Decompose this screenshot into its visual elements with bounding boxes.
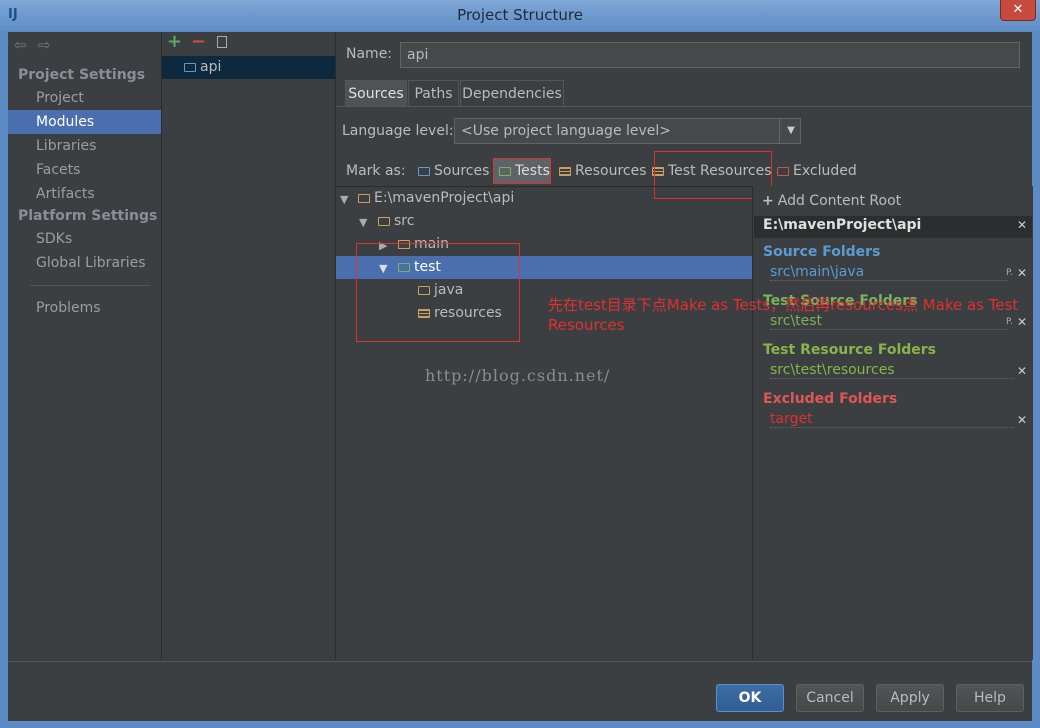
nav-item-project[interactable]: Project — [8, 86, 161, 110]
sources-folder-icon — [418, 166, 430, 176]
copy-module-icon[interactable] — [217, 36, 227, 48]
folder-icon — [358, 193, 370, 203]
nav-item-modules[interactable]: Modules — [8, 110, 161, 134]
test-resource-folders-title: Test Resource Folders — [763, 342, 937, 358]
tree-highlight-box — [356, 243, 520, 342]
platform-settings-header: Platform Settings — [18, 208, 158, 224]
nav-divider — [30, 285, 150, 286]
excluded-folders-title: Excluded Folders — [763, 391, 898, 407]
project-settings-header: Project Settings — [18, 67, 146, 83]
expand-triangle-icon[interactable]: ▼ — [359, 216, 367, 229]
nav-item-facets[interactable]: Facets — [8, 158, 161, 182]
watermark-text: http://blog.csdn.net/ — [425, 366, 611, 385]
tab-sources[interactable]: Sources — [345, 80, 407, 106]
edit-properties-icon[interactable]: P. — [1006, 268, 1013, 278]
name-input[interactable]: api — [400, 42, 1020, 68]
excluded-folder-path[interactable]: target — [770, 411, 1014, 428]
add-module-icon[interactable]: + — [167, 33, 182, 51]
tree-node-root[interactable]: E:\mavenProject\api — [358, 187, 514, 210]
module-list: + − — [162, 32, 336, 660]
tab-paths[interactable]: Paths — [408, 80, 459, 106]
tab-dependencies[interactable]: Dependencies — [460, 80, 564, 106]
name-label: Name: — [346, 46, 393, 62]
mark-resources-button[interactable]: Resources — [559, 163, 647, 179]
add-content-root-link[interactable]: + Add Content Root — [762, 193, 901, 209]
tests-folder-icon — [499, 166, 511, 176]
resources-folder-icon — [559, 166, 571, 176]
mark-as-label: Mark as: — [346, 163, 406, 179]
language-level-value: <Use project language level> — [461, 123, 672, 139]
tree-node-src[interactable]: src — [378, 210, 414, 233]
apply-button[interactable]: Apply — [876, 684, 944, 712]
chevron-down-icon[interactable]: ▼ — [779, 119, 802, 143]
test-resource-folder-path[interactable]: src\test\resources — [770, 362, 1014, 379]
module-item-api[interactable]: api — [162, 56, 335, 79]
content-root-path: E:\mavenProject\api — [763, 217, 922, 233]
language-level-label: Language level: — [342, 123, 454, 139]
content-root-header: E:\mavenProject\api ✕ — [754, 216, 1032, 238]
settings-nav: ⇦ ⇨ Project Settings Project Modules Lib… — [8, 32, 162, 660]
annotation-text: 先在test目录下点Make as Tests，然后再resources点 Ma… — [548, 296, 1019, 334]
back-arrow-icon[interactable]: ⇦ — [14, 36, 27, 54]
source-folder-path[interactable]: src\main\java — [770, 264, 1008, 281]
mark-excluded-button[interactable]: Excluded — [777, 163, 857, 179]
excluded-folder-icon — [777, 166, 789, 176]
source-folders-title: Source Folders — [763, 244, 881, 260]
nav-item-problems[interactable]: Problems — [8, 296, 161, 320]
module-folder-icon — [184, 62, 196, 72]
language-level-select[interactable]: <Use project language level> ▼ — [454, 118, 801, 144]
remove-folder-icon[interactable]: ✕ — [1017, 266, 1027, 280]
window-close-button[interactable]: ✕ — [1000, 0, 1036, 21]
nav-item-sdks[interactable]: SDKs — [8, 227, 161, 251]
mark-tests-button[interactable]: Tests — [493, 158, 551, 184]
ok-button[interactable]: OK — [716, 684, 784, 712]
mark-sources-button[interactable]: Sources — [418, 163, 489, 179]
nav-item-libraries[interactable]: Libraries — [8, 134, 161, 158]
window-title: Project Structure — [457, 6, 583, 24]
expand-triangle-icon[interactable]: ▼ — [340, 193, 348, 206]
help-button[interactable]: Help — [956, 684, 1024, 712]
forward-arrow-icon[interactable]: ⇨ — [38, 36, 51, 54]
plus-icon: + — [762, 193, 774, 209]
cancel-button[interactable]: Cancel — [796, 684, 864, 712]
nav-item-artifacts[interactable]: Artifacts — [8, 182, 161, 206]
remove-folder-icon[interactable]: ✕ — [1017, 413, 1027, 427]
folder-icon — [378, 216, 390, 226]
nav-item-global-libraries[interactable]: Global Libraries — [8, 251, 161, 275]
remove-root-icon[interactable]: ✕ — [1017, 218, 1027, 232]
remove-folder-icon[interactable]: ✕ — [1017, 364, 1027, 378]
module-label: api — [200, 59, 222, 75]
remove-folder-icon[interactable]: ✕ — [1017, 315, 1027, 329]
remove-module-icon[interactable]: − — [191, 33, 206, 51]
